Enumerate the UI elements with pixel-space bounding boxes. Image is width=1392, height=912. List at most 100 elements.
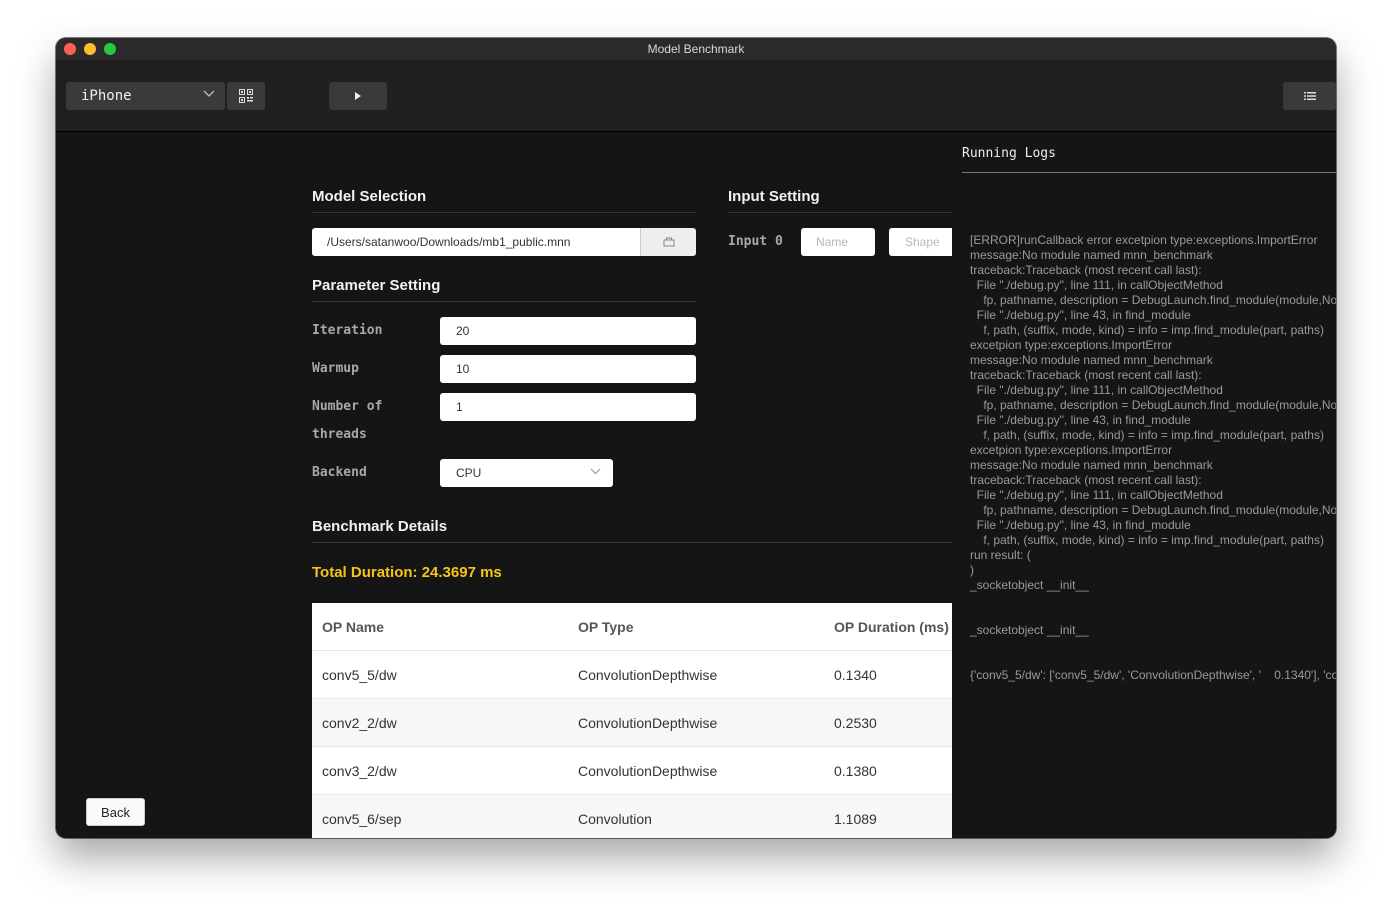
log-line: excetpion type:exceptions.ImportError: [970, 338, 1173, 352]
app-window: Model Benchmark iPhone Back Model Select…: [56, 38, 1336, 838]
op-type-cell: ConvolutionDepthwise: [578, 763, 718, 779]
model-path-field[interactable]: /Users/satanwoo/Downloads/mb1_public.mnn: [312, 228, 641, 256]
model-path-value: /Users/satanwoo/Downloads/mb1_public.mnn: [327, 235, 571, 249]
op-duration-cell: 0.1340: [834, 667, 877, 683]
table-row[interactable]: conv5_6/sep Convolution 1.1089: [312, 795, 952, 838]
op-name-cell: conv3_2/dw: [322, 763, 397, 779]
log-line: f, path, (suffix, mode, kind) = info = i…: [970, 323, 1324, 337]
iteration-label: Iteration: [312, 323, 383, 338]
divider: [728, 212, 952, 213]
back-button[interactable]: Back: [86, 798, 145, 826]
log-line: f, path, (suffix, mode, kind) = info = i…: [970, 428, 1324, 442]
browse-model-button[interactable]: [640, 228, 696, 256]
folder-icon: [663, 237, 674, 247]
op-duration-cell: 1.1089: [834, 811, 877, 827]
table-row[interactable]: conv3_2/dw ConvolutionDepthwise 0.1380: [312, 747, 952, 795]
log-line: File "./debug.py", line 43, in find_modu…: [970, 308, 1191, 322]
maximize-window-button[interactable]: [104, 43, 116, 55]
iteration-value: 20: [456, 324, 470, 338]
log-line: run result: (: [970, 548, 1031, 562]
warmup-input[interactable]: 10: [440, 355, 696, 383]
running-logs-title: Running Logs: [962, 146, 1056, 161]
main-content: Back Model Selection /Users/satanwoo/Dow…: [56, 132, 1336, 838]
threads-value: 1: [456, 400, 463, 414]
qr-code-icon: [239, 89, 253, 103]
log-line: File "./debug.py", line 111, in callObje…: [970, 278, 1223, 292]
log-line: File "./debug.py", line 43, in find_modu…: [970, 413, 1191, 427]
menu-button[interactable]: [1283, 82, 1336, 110]
table-row[interactable]: conv5_5/dw ConvolutionDepthwise 0.1340: [312, 651, 952, 699]
log-line: message:No module named mnn_benchmark: [970, 353, 1213, 367]
play-icon: [355, 92, 361, 100]
backend-select[interactable]: CPU: [440, 459, 613, 487]
column-header-op-duration: OP Duration (ms): [834, 619, 949, 635]
title-bar: Model Benchmark: [56, 38, 1336, 61]
op-duration-cell: 0.2530: [834, 715, 877, 731]
minimize-window-button[interactable]: [84, 43, 96, 55]
divider: [312, 542, 952, 543]
threads-label-line1: Number of: [312, 399, 383, 414]
log-line: _socketobject __init__: [970, 623, 1089, 637]
backend-label: Backend: [312, 465, 367, 480]
close-window-button[interactable]: [64, 43, 76, 55]
log-line: fp, pathname, description = DebugLaunch.…: [970, 398, 1336, 412]
table-row[interactable]: conv2_2/dw ConvolutionDepthwise 0.2530: [312, 699, 952, 747]
qr-code-button[interactable]: [227, 82, 265, 110]
device-select[interactable]: iPhone: [66, 82, 225, 110]
log-line: fp, pathname, description = DebugLaunch.…: [970, 503, 1336, 517]
op-name-cell: conv2_2/dw: [322, 715, 397, 731]
toolbar: iPhone: [56, 60, 1336, 132]
divider: [962, 172, 1336, 173]
log-line: traceback:Traceback (most recent call la…: [970, 368, 1202, 382]
log-output: [ERROR]runCallback error excetpion type:…: [970, 233, 1336, 683]
op-duration-cell: 0.1380: [834, 763, 877, 779]
column-header-op-name: OP Name: [322, 619, 384, 635]
input-shape-field[interactable]: Shape: [889, 228, 952, 256]
log-line: File "./debug.py", line 43, in find_modu…: [970, 518, 1191, 532]
log-line: ): [970, 563, 974, 577]
log-line: traceback:Traceback (most recent call la…: [970, 263, 1202, 277]
divider: [312, 212, 696, 213]
log-line: [ERROR]runCallback error excetpion type:…: [970, 233, 1318, 247]
log-line: File "./debug.py", line 111, in callObje…: [970, 383, 1223, 397]
log-line: f, path, (suffix, mode, kind) = info = i…: [970, 533, 1324, 547]
chevron-down-icon: [203, 90, 215, 97]
iteration-input[interactable]: 20: [440, 317, 696, 345]
threads-input[interactable]: 1: [440, 393, 696, 421]
running-logs-panel[interactable]: Running Logs [ERROR]runCallback error ex…: [952, 132, 1336, 838]
model-selection-title: Model Selection: [312, 188, 427, 205]
benchmark-details-title: Benchmark Details: [312, 518, 448, 535]
threads-label-line2: threads: [312, 427, 367, 442]
warmup-value: 10: [456, 362, 470, 376]
op-name-cell: conv5_5/dw: [322, 667, 397, 683]
op-type-cell: ConvolutionDepthwise: [578, 715, 718, 731]
chevron-down-icon: [590, 468, 601, 475]
log-line: message:No module named mnn_benchmark: [970, 248, 1213, 262]
log-line: fp, pathname, description = DebugLaunch.…: [970, 293, 1336, 307]
divider: [312, 301, 696, 302]
window-title: Model Benchmark: [647, 42, 745, 56]
log-line: excetpion type:exceptions.ImportError: [970, 443, 1173, 457]
input-name-placeholder: Name: [816, 235, 849, 249]
list-icon: [1303, 92, 1316, 100]
log-line: message:No module named mnn_benchmark: [970, 458, 1213, 472]
log-line: {'conv5_5/dw': ['conv5_5/dw', 'Convoluti…: [970, 668, 1336, 682]
device-select-value: iPhone: [81, 88, 132, 104]
log-line: traceback:Traceback (most recent call la…: [970, 473, 1202, 487]
op-table: OP Name OP Type OP Duration (ms) conv5_5…: [312, 603, 952, 838]
log-line: File "./debug.py", line 111, in callObje…: [970, 488, 1223, 502]
total-duration: Total Duration: 24.3697 ms: [312, 564, 502, 581]
run-button[interactable]: [329, 82, 387, 110]
input-shape-placeholder: Shape: [905, 235, 940, 249]
op-name-cell: conv5_6/sep: [322, 811, 402, 827]
input-name-field[interactable]: Name: [801, 228, 875, 256]
warmup-label: Warmup: [312, 361, 359, 376]
input-0-label: Input 0: [728, 234, 783, 249]
table-header-row: OP Name OP Type OP Duration (ms): [312, 603, 952, 651]
op-type-cell: Convolution: [578, 811, 652, 827]
parameter-setting-title: Parameter Setting: [312, 277, 441, 294]
